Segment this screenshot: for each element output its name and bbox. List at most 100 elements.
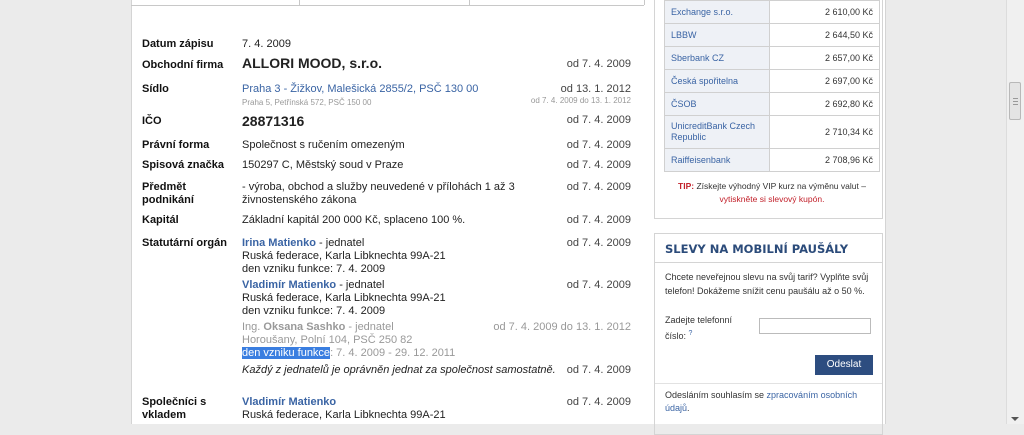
label-ico: IČO [142,115,162,127]
shareholder-date: od 7. 4. 2009 [566,396,631,408]
label-predmet-2: podnikání [142,194,194,206]
date-spisova-znacka: od 7. 4. 2009 [566,159,631,171]
coupon-link[interactable]: vytiskněte si slevový kupón. [720,194,825,204]
date-ico: od 7. 4. 2009 [566,114,631,126]
rate-price: 2 657,00 Kč [769,46,880,70]
tab[interactable] [469,0,645,5]
bank-link[interactable]: Raiffeisenbank [664,148,770,172]
person-role: - jednatel [345,321,394,333]
shareholder-name-link[interactable]: Vladimír Matienko [242,396,336,409]
date-sidlo-old: od 7. 4. 2009 do 13. 1. 2012 [530,96,631,105]
vip-tip: TIP: Získejte výhodný VIP kurz na výměnu… [664,180,880,206]
person-role: - jednatel [315,237,365,249]
tab-strip [131,0,645,6]
tip-text: Získejte výhodný VIP kurz na výměnu valu… [694,181,866,191]
value-predmet-2: živnostenského zákona [242,194,357,206]
consent-text: Odesláním souhlasím se zpracováním osobn… [665,389,877,415]
former-person-date: od 7. 4. 2009 do 13. 1. 2012 [493,321,631,333]
scrollbar-thumb[interactable] [1009,82,1021,120]
label-datum-zapisu: Datum zápisu [142,38,214,50]
scroll-down-icon[interactable] [1011,417,1019,421]
value-ico: 28871316 [242,113,305,129]
table-row: LBBW 2 644,50 Kč [664,23,880,47]
grip-line [1013,101,1018,102]
rate-price: 2 708,96 Kč [769,148,880,172]
table-row: Raiffeisenbank 2 708,96 Kč [664,148,880,172]
rate-price: 2 644,50 Kč [769,23,880,47]
help-icon[interactable]: ? [689,330,693,337]
label-obchodni-firma: Obchodní firma [142,59,224,71]
statutory-person: Vladimír Matienko - jednatel [242,279,384,292]
table-row: Česká spořitelna 2 697,00 Kč [664,69,880,93]
value-pravni-forma: Společnost s ručením omezeným [242,139,405,151]
former-person-function: den vzniku funkce: 7. 4. 2009 - 29. 12. … [242,347,455,360]
label-sidlo: Sídlo [142,83,169,95]
label-spolecnici-2: vkladem [142,409,187,421]
selected-text[interactable]: den vzniku funkce [242,347,331,359]
person-title: Ing. [242,321,264,333]
consent-suffix: . [687,403,690,413]
tip-prefix: TIP: [678,181,695,191]
vertical-scrollbar[interactable] [1006,0,1024,424]
function-dates: : 7. 4. 2009 - 29. 12. 2011 [330,347,456,359]
person-name[interactable]: Oksana Sashko [263,321,345,333]
date-predmet: od 7. 4. 2009 [566,181,631,193]
grip-line [1013,104,1018,105]
statutory-person: Irina Matienko - jednatel [242,237,364,250]
value-sidlo-old: Praha 5, Petřínská 572, PSČ 150 00 [242,98,372,107]
label-spolecnici-1: Společníci s [142,396,207,408]
date-pravni-forma: od 7. 4. 2009 [566,139,631,151]
person-function: den vzniku funkce: 7. 4. 2009 [242,305,386,317]
value-predmet-1: - výroba, obchod a služby neuvedené v př… [242,181,515,193]
person-address: Ruská federace, Karla Libknechta 99A-21 [242,292,446,304]
value-spisova-znacka: 150297 C, Městský soud v Praze [242,159,404,171]
rate-price: 2 697,00 Kč [769,69,880,93]
date-obchodni-firma: od 7. 4. 2009 [566,58,631,70]
bank-link[interactable]: UnicreditBank Czech Republic [664,115,770,149]
table-row: UnicreditBank Czech Republic 2 710,34 Kč [664,115,880,149]
value-obchodni-firma: ALLORI MOOD, s.r.o. [242,55,383,71]
value-sidlo[interactable]: Praha 3 - Žižkov, Malešická 2855/2, PSČ … [242,83,478,96]
table-row: ČSOB 2 692,80 Kč [664,92,880,116]
label-spisova-znacka: Spisová značka [142,159,224,171]
person-name-link[interactable]: Irina Matienko [242,237,316,249]
statutory-note: Každý z jednatelů je oprávněn jednat za … [242,364,556,376]
divider [655,383,882,384]
bank-link[interactable]: LBBW [664,23,770,47]
person-date: od 7. 4. 2009 [566,279,631,291]
bank-link[interactable]: Sberbank CZ [664,46,770,70]
former-person-address: Horoušany, Polní 104, PSČ 250 82 [242,334,413,346]
label-kapital: Kapitál [142,214,179,226]
grip-line [1013,98,1018,99]
box-title: SLEVY NA MOBILNÍ PAUŠÁLY [665,242,849,256]
former-statutory-person: Ing. Oksana Sashko - jednatel [242,321,394,334]
statutory-note-date: od 7. 4. 2009 [566,364,631,376]
shareholder-address: Ruská federace, Karla Libknechta 99A-21 [242,409,446,421]
bank-link[interactable]: Exchange s.r.o. [664,0,770,24]
phone-input[interactable] [759,318,871,334]
box-description: Chcete neveřejnou slevu na svůj tarif? V… [665,272,869,296]
phone-label-text: Zadejte telefonní číslo: [665,315,733,341]
divider [655,262,882,263]
consent-prefix: Odesláním souhlasím se [665,390,767,400]
person-role: - jednatel [336,279,385,291]
date-kapital: od 7. 4. 2009 [566,214,631,226]
tab[interactable] [299,0,471,5]
person-date: od 7. 4. 2009 [566,237,631,249]
label-predmet-1: Předmět [142,181,187,193]
phone-field-label: Zadejte telefonní číslo: ? [665,313,755,343]
table-row: Exchange s.r.o. 2 610,00 Kč [664,0,880,24]
label-statutarni-organ: Statutární orgán [142,237,227,249]
table-row: Sberbank CZ 2 657,00 Kč [664,46,880,70]
submit-button[interactable]: Odeslat [815,355,873,375]
person-address: Ruská federace, Karla Libknechta 99A-21 [242,250,446,262]
rate-price: 2 610,00 Kč [769,0,880,24]
label-pravni-forma: Právní forma [142,139,210,151]
value-datum-zapisu: 7. 4. 2009 [242,38,291,50]
rate-price: 2 710,34 Kč [769,115,880,149]
bank-link[interactable]: ČSOB [664,92,770,116]
rate-price: 2 692,80 Kč [769,92,880,116]
bank-link[interactable]: Česká spořitelna [664,69,770,93]
date-sidlo: od 13. 1. 2012 [560,83,631,95]
person-name-link[interactable]: Vladimír Matienko [242,279,336,291]
